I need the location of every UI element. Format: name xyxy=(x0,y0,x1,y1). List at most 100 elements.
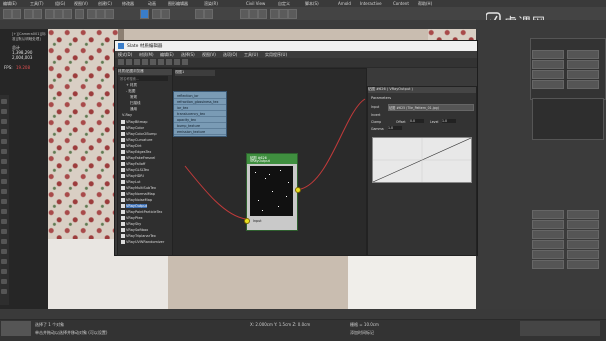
render-setup-icon[interactable] xyxy=(270,9,279,19)
rect-select-icon[interactable] xyxy=(63,9,72,19)
select-icon[interactable] xyxy=(45,9,54,19)
tool-icon[interactable] xyxy=(1,269,7,274)
viewport-label[interactable]: [+][Camera001][标准][默认明暗处理] xyxy=(12,32,48,42)
left-vertical-toolbar xyxy=(0,95,9,305)
object-type-button[interactable] xyxy=(532,240,564,249)
redo-icon[interactable] xyxy=(12,9,21,19)
fps-label: FPS: xyxy=(4,65,13,70)
invert-label[interactable]: Invert xyxy=(371,113,380,117)
object-type-button[interactable] xyxy=(532,70,564,79)
object-type-button[interactable] xyxy=(532,230,564,239)
object-type-button[interactable] xyxy=(532,80,564,89)
grid-readout: 栅格 = 10.0cm xyxy=(350,322,379,327)
tool-icon[interactable] xyxy=(1,169,7,174)
maxscript-listener[interactable] xyxy=(1,321,31,336)
map-preview xyxy=(250,166,293,216)
offset-label: Offset xyxy=(396,120,406,124)
angle-snap-icon[interactable] xyxy=(152,9,161,19)
tool-icon[interactable] xyxy=(1,109,7,114)
object-type-button[interactable] xyxy=(567,60,599,69)
gamma-field[interactable]: 1.0 xyxy=(388,126,402,130)
tool-icon[interactable] xyxy=(1,289,7,294)
tool-icon[interactable] xyxy=(1,259,7,264)
snap-toggle-icon[interactable] xyxy=(140,9,149,19)
tool-icon[interactable] xyxy=(1,129,7,134)
material-editor-icon[interactable] xyxy=(258,9,267,19)
menu-item[interactable]: Interactive xyxy=(360,1,382,6)
rotate-icon[interactable] xyxy=(96,9,105,19)
menu-item[interactable]: Content xyxy=(393,1,409,6)
render-frame-icon[interactable] xyxy=(279,9,288,19)
wire-input xyxy=(184,165,247,220)
tool-icon[interactable] xyxy=(1,249,7,254)
param-header: 贴图 #626 ( VRayOutput ) xyxy=(368,87,476,93)
object-type-button[interactable] xyxy=(567,240,599,249)
level-label: Level xyxy=(430,120,439,124)
move-icon[interactable] xyxy=(87,9,96,19)
timeline[interactable] xyxy=(0,309,606,320)
tool-icon[interactable] xyxy=(1,139,7,144)
status-area: 选择了 1 个对象 单击并拖动以选择并移动对象 (可以设置) X: 2.000c… xyxy=(0,309,606,341)
object-type-rollout xyxy=(530,38,606,100)
menu-item[interactable]: Arnold xyxy=(338,1,351,6)
tool-icon[interactable] xyxy=(1,219,7,224)
input-label: Input xyxy=(371,105,380,109)
add-time-tag[interactable]: 添加时间标记 xyxy=(350,330,374,336)
undo-icon[interactable] xyxy=(3,9,12,19)
object-type-button[interactable] xyxy=(532,60,564,69)
object-type-button[interactable] xyxy=(532,220,564,229)
tool-icon[interactable] xyxy=(1,279,7,284)
select-by-name-icon[interactable] xyxy=(54,9,63,19)
curve-editor-icon[interactable] xyxy=(240,9,249,19)
name-color-rollout xyxy=(532,98,604,140)
window-crossing-icon[interactable] xyxy=(75,9,84,19)
clamp-label[interactable]: Clamp xyxy=(371,120,381,124)
tool-icon[interactable] xyxy=(1,199,7,204)
status-prompt: 单击并拖动以选择并移动对象 (可以设置) xyxy=(35,330,108,335)
object-type-button[interactable] xyxy=(567,230,599,239)
link-icon[interactable] xyxy=(24,9,33,19)
object-type-button[interactable] xyxy=(532,250,564,259)
coord-readout[interactable]: X: 2.000cm Y: 1.5cm Z: 0.0cm xyxy=(250,322,310,327)
output-node-header: 贴图 #626 VRayOutput xyxy=(247,154,297,164)
tool-icon[interactable] xyxy=(1,179,7,184)
render-icon[interactable] xyxy=(288,9,297,19)
unlink-icon[interactable] xyxy=(33,9,42,19)
object-type-button[interactable] xyxy=(567,70,599,79)
output-port[interactable] xyxy=(295,187,301,193)
tool-icon[interactable] xyxy=(1,159,7,164)
object-type-button[interactable] xyxy=(532,260,564,269)
input-port[interactable] xyxy=(244,218,250,224)
curve-line xyxy=(372,137,472,183)
object-type-button[interactable] xyxy=(567,50,599,59)
percent-snap-icon[interactable] xyxy=(161,9,170,19)
object-type-button[interactable] xyxy=(567,210,599,219)
object-type-button[interactable] xyxy=(567,250,599,259)
scale-icon[interactable] xyxy=(105,9,114,19)
tool-icon[interactable] xyxy=(1,189,7,194)
object-type-button[interactable] xyxy=(567,260,599,269)
param-section[interactable]: Parameters xyxy=(371,96,391,100)
tool-icon[interactable] xyxy=(1,119,7,124)
tool-icon[interactable] xyxy=(1,149,7,154)
object-type-button[interactable] xyxy=(532,50,564,59)
object-type-button[interactable] xyxy=(567,220,599,229)
output-map-node[interactable]: 贴图 #626 VRayOutput Input xyxy=(244,153,301,231)
output-node-subtitle: VRayOutput xyxy=(250,159,270,163)
offset-field[interactable]: 0.0 xyxy=(410,119,424,123)
color-curve-graph[interactable] xyxy=(372,137,472,183)
tool-icon[interactable] xyxy=(1,209,7,214)
tool-icon[interactable] xyxy=(1,229,7,234)
tool-icon[interactable] xyxy=(1,239,7,244)
mirror-icon[interactable] xyxy=(195,9,204,19)
playback-controls[interactable] xyxy=(520,321,600,336)
menu-item[interactable]: Civil View xyxy=(246,1,265,6)
input-map-button[interactable]: 贴图 #625 (Tile_Pattern_01.jpg) xyxy=(388,104,474,111)
object-type-button[interactable] xyxy=(567,80,599,89)
tool-icon[interactable] xyxy=(1,99,7,104)
fps-value: 19.208 xyxy=(16,65,30,70)
level-field[interactable]: 1.0 xyxy=(442,119,456,123)
object-type-button[interactable] xyxy=(532,210,564,219)
align-icon[interactable] xyxy=(204,9,213,19)
schematic-icon[interactable] xyxy=(249,9,258,19)
